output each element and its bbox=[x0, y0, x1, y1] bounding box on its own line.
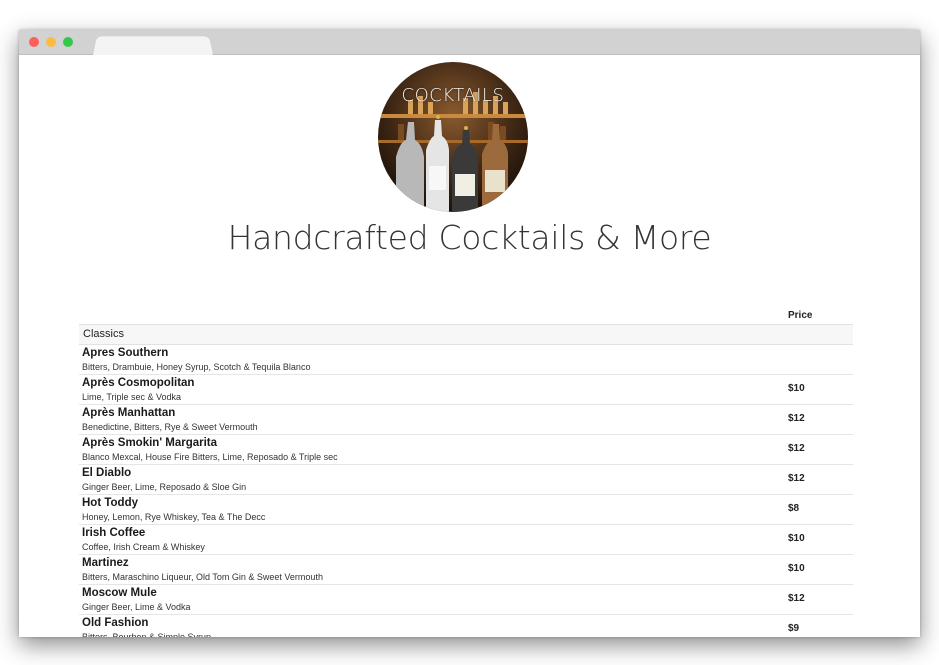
item-name: Irish Coffee bbox=[82, 527, 146, 539]
item-name: Moscow Mule bbox=[82, 587, 157, 599]
item-price: $8 bbox=[788, 503, 800, 514]
menu-item-row: Martinez Bitters, Maraschino Liqueur, Old… bbox=[79, 555, 853, 585]
menu-item-row: Après Manhattan Benedictine, Bitters, Rye… bbox=[79, 405, 853, 435]
item-ingredients: Coffee, Irish Cream & Whiskey bbox=[82, 542, 205, 552]
item-ingredients: Bitters, Bourbon & Simple Syrup bbox=[82, 632, 212, 637]
item-ingredients: Bitters, Drambuie, Honey Syrup, Scotch &… bbox=[82, 362, 311, 372]
item-ingredients: Bitters, Maraschino Liqueur, Old Tom Gin… bbox=[82, 572, 323, 582]
item-name: Old Fashion bbox=[82, 617, 149, 629]
page-heading: Handcrafted Cocktails & More bbox=[227, 218, 712, 257]
item-ingredients: Lime, Triple sec & Vodka bbox=[82, 392, 182, 402]
item-price: $10 bbox=[788, 533, 805, 544]
item-price: $12 bbox=[788, 473, 805, 484]
item-name: Après Smokin' Margarita bbox=[82, 437, 218, 449]
menu-item-row: Irish Coffee Coffee, Irish Cream & Whiske… bbox=[79, 525, 853, 555]
cocktails-logo: COCKTAILS bbox=[378, 62, 528, 212]
item-price: $9 bbox=[788, 623, 800, 634]
item-price: $10 bbox=[788, 383, 805, 394]
menu-item-row: Hot Toddy Honey, Lemon, Rye Whiskey, Tea … bbox=[79, 495, 853, 525]
browser-window: COCKTAILS Handcrafted Cocktails & More P… bbox=[19, 30, 920, 637]
item-name: El Diablo bbox=[82, 467, 132, 479]
menu-item-row: El Diablo Ginger Beer, Lime, Reposado & S… bbox=[79, 465, 853, 495]
item-name: Hot Toddy bbox=[82, 497, 138, 509]
item-price: $12 bbox=[788, 593, 805, 604]
title-bar bbox=[19, 30, 920, 56]
maximize-window-button[interactable] bbox=[63, 37, 73, 47]
item-name: Apres Southern bbox=[82, 347, 169, 359]
item-name: Après Manhattan bbox=[82, 407, 176, 419]
price-column-header: Price bbox=[788, 310, 813, 321]
close-window-button[interactable] bbox=[29, 37, 39, 47]
item-ingredients: Ginger Beer, Lime, Reposado & Sloe Gin bbox=[82, 482, 247, 492]
minimize-window-button[interactable] bbox=[46, 37, 56, 47]
menu-item-row: Old Fashion Bitters, Bourbon & Simple Syr… bbox=[79, 615, 853, 637]
menu-item-row: Après Cosmopolitan Lime, Triple sec & Vod… bbox=[79, 375, 853, 405]
menu-item-row: Moscow Mule Ginger Beer, Lime & Vodka $12 bbox=[79, 585, 853, 615]
item-ingredients: Benedictine, Bitters, Rye & Sweet Vermou… bbox=[82, 422, 258, 432]
item-ingredients: Ginger Beer, Lime & Vodka bbox=[82, 602, 191, 612]
browser-tab[interactable] bbox=[93, 36, 213, 56]
logo-text: COCKTAILS bbox=[401, 85, 505, 106]
item-price: $12 bbox=[788, 443, 805, 454]
item-ingredients: Honey, Lemon, Rye Whiskey, Tea & The Dec… bbox=[82, 512, 266, 522]
item-price: $12 bbox=[788, 413, 805, 424]
item-ingredients: Blanco Mexcal, House Fire Bitters, Lime,… bbox=[82, 452, 338, 462]
menu-item-row: Apres Southern Bitters, Drambuie, Honey S… bbox=[79, 345, 853, 375]
item-name: Après Cosmopolitan bbox=[82, 377, 195, 389]
item-name: Martinez bbox=[82, 557, 129, 569]
cocktail-menu-table: Classics Apres Southern Bitters, Drambuie… bbox=[79, 324, 853, 637]
item-price: $10 bbox=[788, 563, 805, 574]
section-header-classics: Classics bbox=[79, 324, 853, 345]
menu-rows: Apres Southern Bitters, Drambuie, Honey S… bbox=[79, 345, 853, 637]
menu-item-row: Après Smokin' Margarita Blanco Mexcal, Ho… bbox=[79, 435, 853, 465]
page-content: COCKTAILS Handcrafted Cocktails & More P… bbox=[19, 55, 920, 637]
